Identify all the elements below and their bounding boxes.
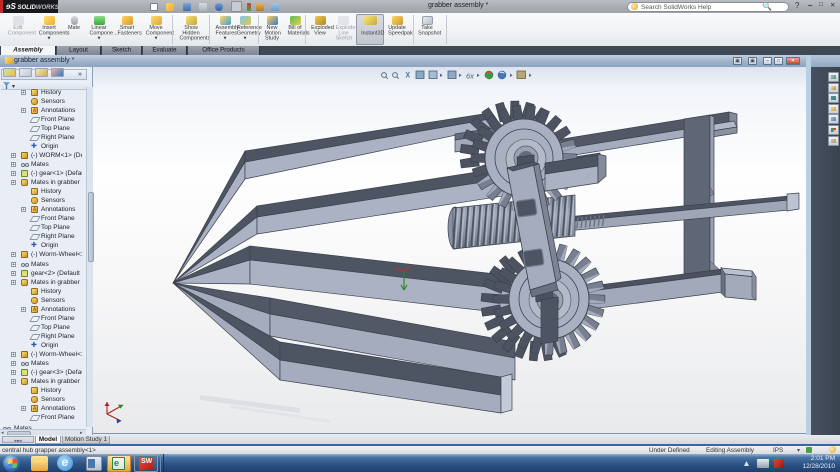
- svg-text:6x: 6x: [466, 72, 474, 81]
